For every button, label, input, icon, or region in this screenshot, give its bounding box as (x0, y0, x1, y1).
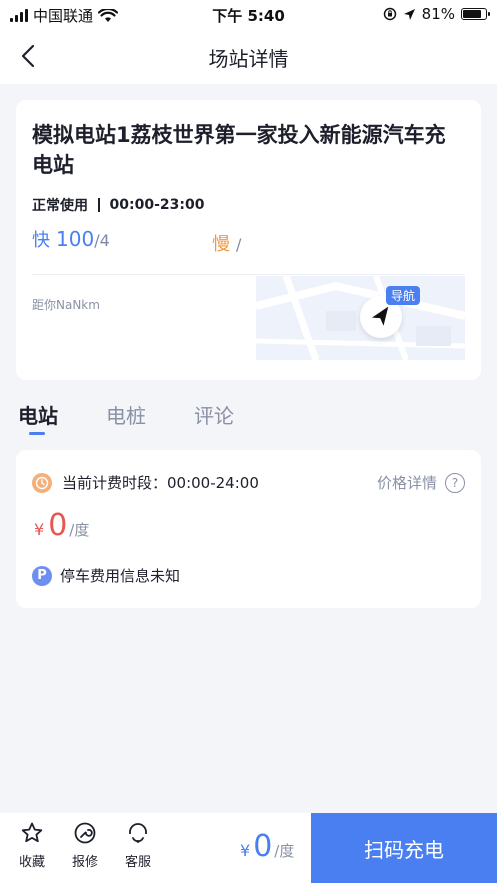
slow-label: 慢 (212, 234, 230, 255)
customer-service-button[interactable]: 客服 (118, 821, 158, 870)
favorite-button[interactable]: 收藏 (12, 821, 52, 870)
fast-total: /4 (94, 231, 110, 250)
billing-period: 当前计费时段：00:00-24:00 (62, 474, 259, 492)
headset-icon (129, 823, 147, 843)
navigation-arrow-icon (371, 306, 389, 326)
price-detail-link[interactable]: 价格详情 ? (377, 472, 465, 493)
favorite-label: 收藏 (18, 855, 45, 870)
tab-indicator (29, 432, 45, 435)
battery-fill (463, 10, 481, 18)
tab-chargers[interactable]: 电桩 (106, 400, 146, 429)
repair-label: 报修 (71, 855, 98, 870)
card-divider (32, 274, 465, 275)
page-title: 场站详情 (208, 47, 289, 71)
station-status-line: 正常使用 00:00-23:00 (32, 195, 204, 215)
scan-to-charge-button[interactable]: 扫码充电 (311, 813, 497, 883)
price-value: 0 (48, 508, 68, 543)
slow-charger-count: 慢 / (212, 230, 241, 256)
clock-icon (32, 472, 52, 493)
bottom-price-unit: /度 (274, 842, 295, 860)
distance-label: 距你NaNkm (32, 298, 100, 312)
tab-comments[interactable]: 评论 (194, 400, 234, 429)
parking-info-row: P 停车费用信息未知 (32, 565, 180, 586)
status-divider (98, 198, 100, 212)
bottom-action-bar: 收藏 报修 客服 ¥ 0 /度 扫码充电 (0, 813, 497, 883)
navigate-badge[interactable]: 导航 (386, 286, 421, 305)
parking-icon: P (32, 565, 52, 586)
battery-icon (461, 8, 490, 20)
question-icon: ? (445, 472, 465, 493)
detail-tabs: 电站 电桩 评论 (18, 400, 234, 429)
parking-text: 停车费用信息未知 (60, 567, 181, 585)
price-unit: /度 (69, 521, 90, 539)
bottom-price-currency: ¥ (240, 841, 251, 860)
status-bar-right: 81% (383, 5, 490, 23)
repair-button[interactable]: 报修 (65, 821, 105, 870)
wrench-icon (74, 822, 96, 844)
price-detail-label: 价格详情 (376, 474, 437, 492)
fast-available: 100 (56, 227, 95, 251)
station-name: 模拟电站1荔枝世界第一家投入新能源汽车充电站 (32, 123, 446, 177)
status-bar: 中国联通 下午 5:40 81% (0, 0, 497, 28)
fast-charger-count: 快 100 /4 (32, 226, 110, 252)
price-card: 当前计费时段：00:00-24:00 价格详情 ? ¥ 0 /度 P 停车费用信… (16, 450, 481, 608)
tab-station[interactable]: 电站 (18, 400, 58, 429)
bottom-price: ¥ 0 /度 (240, 829, 294, 864)
bottom-price-value: 0 (253, 829, 273, 864)
station-status: 正常使用 (32, 198, 88, 214)
price-display: ¥ 0 /度 (34, 508, 89, 543)
billing-period-row: 当前计费时段：00:00-24:00 (32, 472, 259, 493)
battery-percent: 81% (421, 5, 455, 23)
station-hours: 00:00-23:00 (109, 197, 205, 213)
navigation-bar: 场站详情 (0, 28, 497, 84)
fast-label: 快 (32, 230, 50, 251)
price-currency: ¥ (34, 520, 45, 539)
slow-total: / (236, 235, 242, 254)
station-card: 模拟电站1荔枝世界第一家投入新能源汽车充电站 正常使用 00:00-23:00 … (16, 100, 481, 380)
location-arrow-icon (403, 8, 415, 20)
star-icon (21, 822, 43, 843)
customer-service-label: 客服 (124, 855, 151, 870)
rotation-lock-icon (383, 7, 396, 21)
